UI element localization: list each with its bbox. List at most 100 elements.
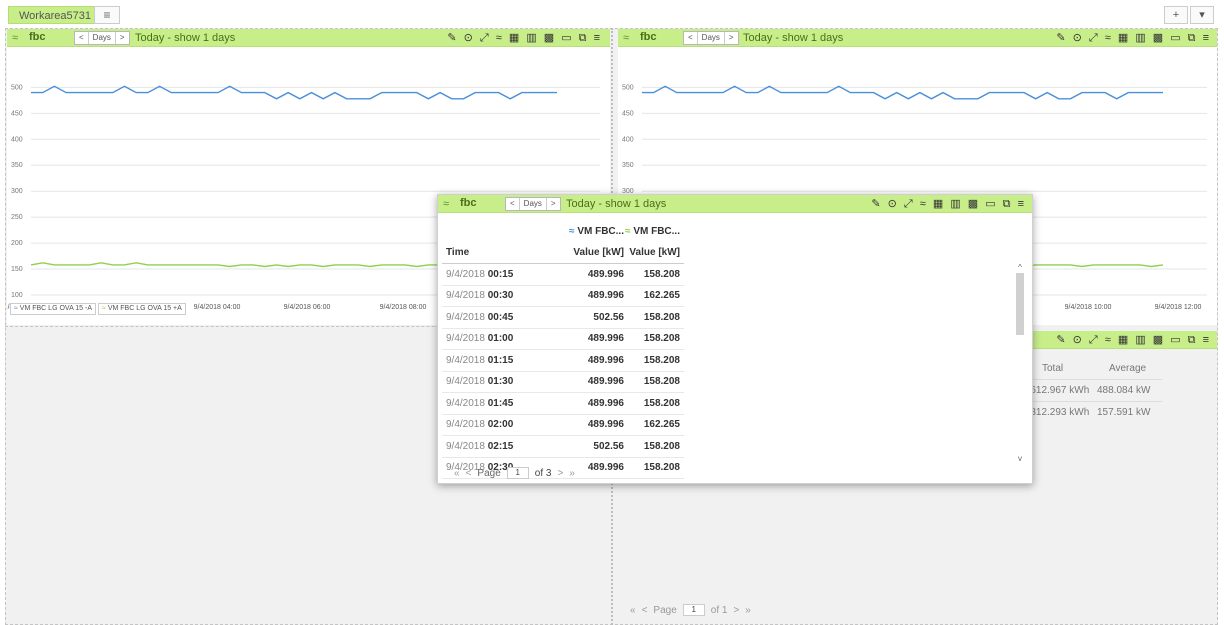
average-value: 488.084 — [1097, 385, 1134, 396]
time-cell: 9/4/2018 01:15 — [442, 355, 562, 366]
trend-icon: ≈ — [102, 305, 106, 312]
first-page-button[interactable]: « — [454, 468, 460, 479]
y-tick-label: 500 — [622, 84, 634, 91]
prev-period-button[interactable]: < — [684, 32, 698, 44]
popup-pager: « < Page 1 of 3 > » — [454, 467, 575, 479]
series-header-1: VM FBC... — [577, 226, 624, 238]
date-text: 9/4/2018 — [446, 397, 485, 409]
y-tick-label: 500 — [11, 84, 23, 91]
series-line-1 — [31, 85, 557, 100]
prev-page-button[interactable]: < — [466, 468, 472, 479]
value-1-cell: 502.56 — [593, 311, 624, 323]
scroll-thumb[interactable] — [1016, 273, 1024, 335]
y-tick-label: 400 — [622, 136, 634, 143]
time-cell: 9/4/2018 01:45 — [442, 398, 562, 409]
time-cell: 9/4/2018 00:15 — [442, 269, 562, 280]
x-tick-label: 9/4/2018 04:00 — [194, 304, 241, 311]
date-text: 9/4/2018 — [446, 268, 485, 280]
add-panel-button[interactable]: + — [1164, 6, 1188, 24]
value-2-cell: 158.208 — [643, 354, 680, 366]
prev-period-button[interactable]: < — [75, 32, 89, 44]
prev-period-button[interactable]: < — [506, 198, 520, 210]
y-tick-label: 300 — [11, 188, 23, 195]
table-row: 5,612.967 kWh 488.084 kW — [1022, 379, 1162, 401]
table-scrollbar[interactable]: ^ v — [1015, 263, 1025, 463]
period-unit-select[interactable]: Days — [89, 32, 116, 44]
table-row: 9/4/2018 01:45 489.996 158.208 — [442, 393, 684, 415]
panel-header: ≈ fbc < Days > Today - show 1 days ✎ ⊙ ⤢ ≈… — [618, 29, 1217, 47]
value-1-cell: 489.996 — [587, 397, 624, 409]
period-unit-select[interactable]: Days — [698, 32, 725, 44]
prev-page-button[interactable]: < — [642, 605, 648, 616]
series-header-2: VM FBC... — [633, 226, 680, 238]
summary-pager: « < Page 1 of 1 > » — [630, 604, 751, 616]
panel-title: fbc — [640, 31, 657, 43]
trend-icon: ≈ — [623, 32, 630, 44]
workspace-menu-button[interactable]: ≡ — [94, 6, 120, 24]
legend-item-series-2[interactable]: ≈ VM FBC LG OVA 15 +A — [98, 303, 186, 315]
last-page-button[interactable]: » — [569, 468, 575, 479]
table-row: 9/4/2018 00:30 489.996 162.265 — [442, 286, 684, 307]
summary-table: Total Average 5,612.967 kWh 488.084 kW 1,… — [1022, 357, 1162, 423]
date-text: 9/4/2018 — [446, 440, 485, 452]
popup-toolbar[interactable]: ✎ ⊙ ⤢ ≈ ▦ ▥ ▩ ▭ ⧉ ≡ — [871, 197, 1026, 211]
y-tick-label: 200 — [11, 240, 23, 247]
last-page-button[interactable]: » — [745, 605, 751, 616]
next-page-button[interactable]: > — [557, 468, 563, 479]
next-page-button[interactable]: > — [733, 605, 739, 616]
column-header-value-1: Value [kW] — [573, 247, 624, 259]
time-cell: 9/4/2018 00:45 — [442, 312, 562, 323]
trend-icon: ≈ — [625, 226, 631, 238]
range-text: Today - show 1 days — [743, 32, 844, 44]
table-row: 9/4/2018 00:45 502.56 158.208 — [442, 307, 684, 329]
date-text: 9/4/2018 — [446, 290, 485, 302]
time-cell: 9/4/2018 02:00 — [442, 419, 562, 430]
legend-item-series-1[interactable]: ≈ VM FBC LG OVA 15 -A — [10, 303, 97, 315]
time-cell: 9/4/2018 01:00 — [442, 333, 562, 344]
x-tick-label: 9/4/2018 08:00 — [380, 304, 427, 311]
page-input[interactable]: 1 — [682, 604, 705, 616]
workspace-dropdown-button[interactable]: ▾ — [1190, 6, 1214, 24]
scroll-up-icon[interactable]: ^ — [1015, 263, 1025, 273]
page-count: of 1 — [710, 604, 728, 616]
y-tick-label: 400 — [11, 136, 23, 143]
trend-icon: ≈ — [12, 32, 19, 44]
panel-toolbar[interactable]: ✎ ⊙ ⤢ ≈ ▦ ▥ ▩ ▭ ⧉ ≡ — [447, 31, 602, 45]
value-1-cell: 489.996 — [587, 268, 624, 280]
y-tick-label: 450 — [11, 110, 23, 117]
value-2-cell: 158.208 — [643, 397, 680, 409]
page-label: Page — [653, 604, 677, 616]
period-unit-select[interactable]: Days — [520, 198, 547, 210]
value-1-cell: 502.56 — [593, 440, 624, 452]
panel-toolbar[interactable]: ✎ ⊙ ⤢ ≈ ▦ ▥ ▩ ▭ ⧉ ≡ — [1056, 31, 1211, 45]
value-2-cell: 162.265 — [643, 419, 680, 431]
column-header-time: Time — [446, 247, 470, 259]
x-tick-label: 9/4/2018 10:00 — [1065, 304, 1112, 311]
next-period-button[interactable]: > — [547, 198, 560, 210]
first-page-button[interactable]: « — [630, 605, 636, 616]
y-tick-label: 450 — [622, 110, 634, 117]
popup-header[interactable]: ≈ fbc < Days > Today - show 1 days ✎ ⊙ ⤢ ≈… — [438, 195, 1032, 213]
page-input[interactable]: 1 — [506, 467, 529, 479]
unit: kWh — [1069, 385, 1090, 396]
value-1-cell: 489.996 — [587, 376, 624, 388]
value-2-cell: 158.208 — [643, 462, 680, 474]
column-header-value-2: Value [kW] — [629, 247, 680, 259]
period-navigator: < Days > — [74, 31, 130, 45]
unit: kW — [1135, 407, 1151, 418]
time-cell: 9/4/2018 02:15 — [442, 441, 562, 452]
average-value: 157.591 — [1097, 407, 1134, 418]
next-period-button[interactable]: > — [116, 32, 129, 44]
value-2-cell: 162.265 — [643, 290, 680, 302]
time-text: 00:15 — [487, 268, 514, 280]
next-period-button[interactable]: > — [725, 32, 738, 44]
x-tick-label: 9/4/2018 06:00 — [284, 304, 331, 311]
workspace-tab[interactable]: Workarea5731 — [8, 6, 102, 24]
table-row: 1,812.293 kWh 157.591 kW — [1022, 401, 1162, 423]
scroll-down-icon[interactable]: v — [1015, 454, 1025, 463]
table-row: 9/4/2018 00:15 489.996 158.208 — [442, 264, 684, 286]
value-2-cell: 158.208 — [643, 440, 680, 452]
panel-toolbar[interactable]: ✎ ⊙ ⤢ ≈ ▦ ▥ ▩ ▭ ⧉ ≡ — [1056, 333, 1211, 347]
time-text: 00:30 — [487, 290, 514, 302]
time-text: 01:45 — [487, 397, 514, 409]
